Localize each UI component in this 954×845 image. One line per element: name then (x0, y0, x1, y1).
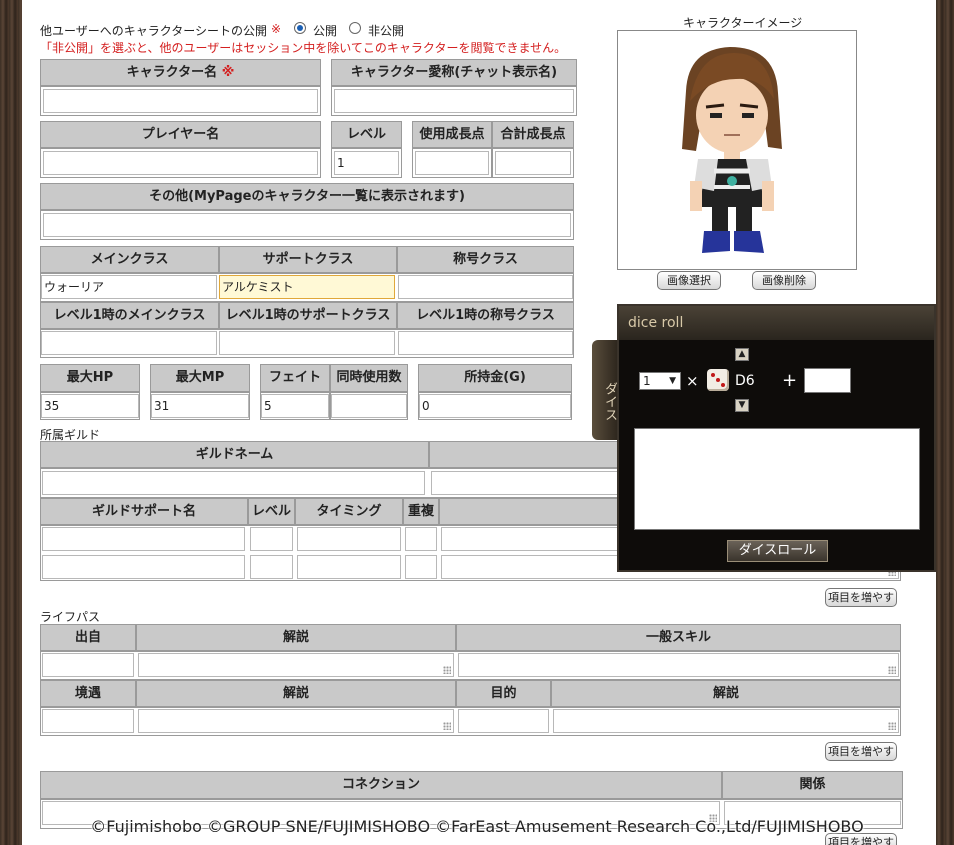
character-nick-input[interactable] (334, 89, 574, 113)
radio-private-label: 非公開 (368, 24, 405, 38)
gs-name-input-2[interactable] (42, 555, 245, 579)
lifepath-section-label: ライフパス (40, 610, 101, 624)
header-support-class: サポートクラス (219, 246, 397, 273)
title-class-input[interactable] (398, 275, 573, 299)
radio-public[interactable] (294, 22, 306, 34)
lv1-support-input[interactable] (219, 331, 395, 355)
origin-input[interactable] (42, 653, 134, 677)
header-fate: フェイト (260, 364, 330, 392)
max-mp-input[interactable]: 31 (151, 394, 249, 418)
header-gs-level: レベル (248, 498, 295, 525)
guild-name-input[interactable] (42, 471, 425, 495)
dice-modifier-input[interactable] (804, 368, 851, 393)
header-main-class: メインクラス (40, 246, 219, 273)
gs-timing-input-2[interactable] (297, 555, 401, 579)
lv1-title-input[interactable] (398, 331, 573, 355)
main-class-input[interactable]: ウォーリア (41, 275, 217, 299)
dice-icon (707, 369, 729, 391)
header-guild-support-name: ギルドサポート名 (40, 498, 248, 525)
purpose-input[interactable] (458, 709, 549, 733)
circumstance-input[interactable] (42, 709, 134, 733)
dice-type-label: D6 (735, 373, 755, 389)
money-input[interactable]: 0 (419, 394, 571, 418)
right-wood-border (936, 0, 954, 845)
radio-public-label: 公開 (313, 24, 338, 38)
header-character-name: キャラクター名 ※ (40, 59, 321, 86)
header-origin: 出自 (40, 624, 136, 651)
dice-type-down-button[interactable]: ▼ (735, 399, 749, 412)
header-money: 所持金(G) (418, 364, 572, 392)
origin-desc-input[interactable] (138, 653, 454, 677)
add-guild-row-button[interactable]: 項目を増やす (825, 588, 897, 607)
level-input[interactable]: 1 (334, 151, 399, 175)
character-name-input[interactable] (43, 89, 318, 113)
header-used-growth: 使用成長点 (412, 121, 492, 148)
character-image-title: キャラクターイメージ (683, 16, 803, 30)
image-select-button[interactable]: 画像選択 (657, 271, 721, 290)
gs-name-input-1[interactable] (42, 527, 245, 551)
header-simul-use: 同時使用数 (330, 364, 408, 392)
dice-roll-button[interactable]: ダイスロール (727, 540, 828, 562)
header-character-nick: キャラクター愛称(チャット表示名) (331, 59, 577, 86)
other-input[interactable] (43, 213, 571, 237)
header-desc-1: 解説 (136, 624, 456, 651)
gs-overlap-input-1[interactable] (405, 527, 437, 551)
character-avatar-image (682, 47, 782, 253)
total-growth-input[interactable] (495, 151, 571, 175)
header-lv1-main: レベル1時のメインクラス (40, 302, 219, 329)
header-timing: タイミング (295, 498, 403, 525)
header-general-skill: 一般スキル (456, 624, 901, 651)
dice-panel-title: dice roll (619, 306, 934, 340)
header-connection: コネクション (40, 771, 722, 799)
left-wood-border (0, 0, 22, 845)
support-class-input[interactable]: アルケミスト (219, 275, 395, 299)
character-image-frame (617, 30, 857, 270)
dice-plus-sign: + (782, 370, 798, 391)
image-delete-button[interactable]: 画像削除 (752, 271, 816, 290)
required-mark: ※ (271, 22, 282, 36)
copyright-footer: ©Fujimishobo ©GROUP SNE/FUJIMISHOBO ©Far… (90, 817, 864, 836)
gs-level-input-1[interactable] (250, 527, 293, 551)
gs-level-input-2[interactable] (250, 555, 293, 579)
header-total-growth: 合計成長点 (492, 121, 574, 148)
dice-times-sign: × (686, 372, 699, 390)
header-max-hp: 最大HP (40, 364, 140, 392)
header-title-class: 称号クラス (397, 246, 574, 273)
radio-private[interactable] (349, 22, 361, 34)
simul-use-input[interactable] (331, 394, 407, 418)
player-name-input[interactable] (43, 151, 318, 175)
header-other: その他(MyPageのキャラクター一覧に表示されます) (40, 183, 574, 210)
used-growth-input[interactable] (415, 151, 489, 175)
add-lifepath-row-button[interactable]: 項目を増やす (825, 742, 897, 761)
dice-tab[interactable]: ダイス (592, 340, 619, 440)
general-skill-input[interactable] (458, 653, 899, 677)
private-notice: 「非公開」を選ぶと、他のユーザーはセッション中を除いてこのキャラクターを閲覧でき… (40, 41, 567, 55)
dice-count-select[interactable]: 1 ▼ (639, 372, 681, 390)
header-max-mp: 最大MP (150, 364, 250, 392)
circumstance-desc-input[interactable] (138, 709, 454, 733)
dice-type-up-button[interactable]: ▲ (735, 348, 749, 361)
lv1-main-input[interactable] (41, 331, 217, 355)
gs-overlap-input-2[interactable] (405, 555, 437, 579)
header-player-name: プレイヤー名 (40, 121, 321, 148)
header-circumstance: 境遇 (40, 680, 136, 707)
header-level: レベル (331, 121, 402, 148)
fate-input[interactable]: 5 (261, 394, 329, 418)
header-lv1-title: レベル1時の称号クラス (397, 302, 574, 329)
header-overlap: 重複 (403, 498, 439, 525)
purpose-desc-input[interactable] (553, 709, 899, 733)
header-purpose: 目的 (456, 680, 551, 707)
header-guild-name: ギルドネーム (40, 441, 429, 468)
dice-result-area[interactable] (634, 428, 920, 530)
gs-timing-input-1[interactable] (297, 527, 401, 551)
header-desc-3: 解説 (551, 680, 901, 707)
max-hp-input[interactable]: 35 (41, 394, 139, 418)
header-lv1-support: レベル1時のサポートクラス (219, 302, 397, 329)
publish-label: 他ユーザーへのキャラクターシートの公開 (40, 24, 268, 38)
header-relation: 関係 (722, 771, 903, 799)
header-desc-2: 解説 (136, 680, 456, 707)
